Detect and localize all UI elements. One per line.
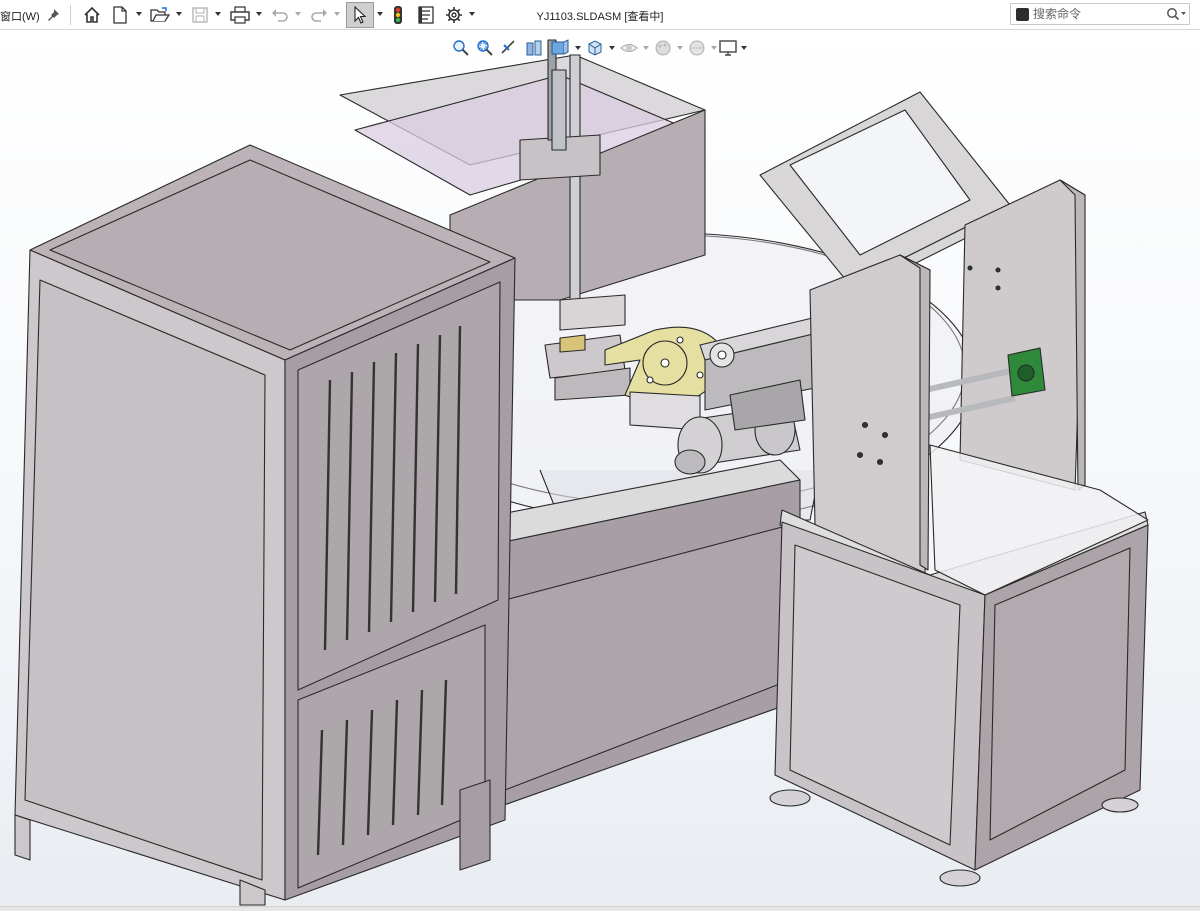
edit-appearance-icon[interactable] xyxy=(652,35,674,61)
section-view-icon[interactable] xyxy=(522,35,546,61)
appearance-dropdown-icon[interactable] xyxy=(676,43,684,53)
display-style-dropdown-icon[interactable] xyxy=(608,43,616,53)
hide-show-dropdown-icon[interactable] xyxy=(642,43,650,53)
zoom-to-area-icon[interactable] xyxy=(474,35,496,61)
apply-scene-icon[interactable] xyxy=(686,35,708,61)
previous-view-icon[interactable] xyxy=(498,35,520,61)
left-cabinet xyxy=(14,144,516,906)
zoom-to-fit-icon[interactable] xyxy=(450,35,472,61)
view-settings-icon[interactable] xyxy=(716,35,740,61)
view-settings-dropdown-icon[interactable] xyxy=(740,43,748,53)
status-bar xyxy=(0,906,1200,911)
graphics-viewport[interactable] xyxy=(0,31,1200,906)
view-orientation-dropdown-icon[interactable] xyxy=(574,43,582,53)
hide-show-items-icon[interactable] xyxy=(618,35,640,61)
display-style-icon[interactable] xyxy=(584,35,606,61)
heads-up-view-toolbar xyxy=(450,33,750,59)
assembly-model[interactable] xyxy=(0,0,1200,911)
view-orientation-icon[interactable] xyxy=(548,35,572,61)
